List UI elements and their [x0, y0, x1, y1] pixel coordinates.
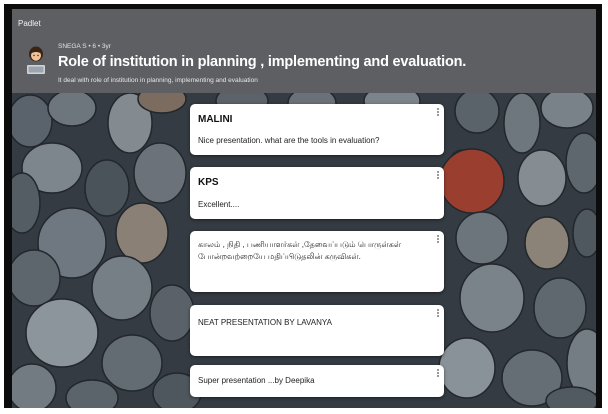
girl-with-laptop-avatar-icon[interactable] — [24, 45, 48, 75]
more-vertical-icon[interactable] — [437, 309, 440, 319]
more-vertical-icon[interactable] — [437, 171, 440, 181]
more-vertical-icon[interactable] — [437, 108, 440, 118]
board-wall: MALINI Nice presentation. what are the t… — [12, 93, 596, 408]
post-card[interactable]: காலம் , நிதி , பணியாளர்கள் ,தேவைப்படும் … — [190, 231, 444, 292]
more-vertical-icon[interactable] — [437, 369, 440, 379]
more-vertical-icon[interactable] — [437, 235, 440, 245]
post-body: Nice presentation. what are the tools in… — [198, 136, 380, 145]
board-meta: SNEGA S • 6 • 3yr — [58, 43, 111, 50]
post-body: Excellent.... — [198, 200, 240, 209]
board-description: It deal with role of institution in plan… — [58, 77, 258, 84]
brand-label[interactable]: Padlet — [18, 19, 41, 28]
post-card[interactable]: NEAT PRESENTATION BY LAVANYA — [190, 305, 444, 356]
screenshot-frame: Padlet SNEGA S • 6 • 3yr Role of institu… — [4, 4, 602, 408]
board-title: Role of institution in planning , implem… — [58, 54, 467, 70]
post-card[interactable]: KPS Excellent.... — [190, 167, 444, 219]
post-author: MALINI — [198, 114, 233, 125]
post-author: KPS — [198, 177, 219, 188]
board-header: Padlet SNEGA S • 6 • 3yr Role of institu… — [12, 9, 596, 93]
post-card[interactable]: Super presentation ...by Deepika — [190, 365, 444, 397]
post-body: Super presentation ...by Deepika — [198, 376, 315, 385]
post-card[interactable]: MALINI Nice presentation. what are the t… — [190, 104, 444, 155]
post-body: NEAT PRESENTATION BY LAVANYA — [198, 318, 332, 327]
post-body: காலம் , நிதி , பணியாளர்கள் ,தேவைப்படும் … — [198, 240, 402, 261]
